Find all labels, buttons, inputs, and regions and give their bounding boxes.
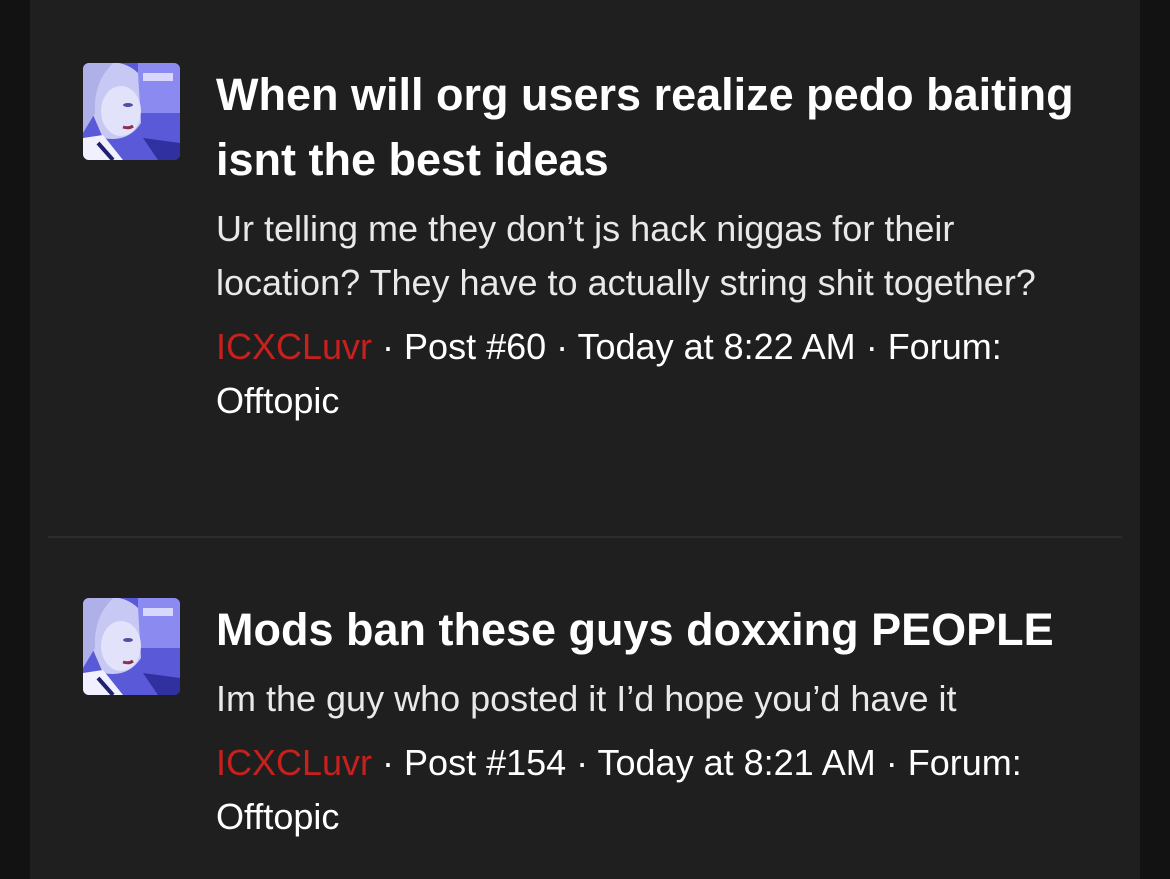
author-link[interactable]: ICXCLuvr xyxy=(216,742,372,783)
post-meta: ICXCLuvr · Post #154 · Today at 8:21 AM … xyxy=(216,736,1096,844)
result-content: Mods ban these guys doxxing PEOPLE Im th… xyxy=(216,597,1096,844)
post-snippet: Im the guy who posted it I’d hope you’d … xyxy=(216,678,957,719)
post-meta: ICXCLuvr · Post #60 · Today at 8:22 AM ·… xyxy=(216,320,1096,428)
avatar-photo-icon xyxy=(83,598,180,695)
thread-title[interactable]: Mods ban these guys doxxing PEOPLE xyxy=(216,597,1096,662)
forum-link[interactable]: Offtopic xyxy=(216,380,339,421)
post-timestamp: Today at 8:21 AM xyxy=(597,742,876,783)
meta-separator: · xyxy=(372,742,405,783)
user-avatar[interactable] xyxy=(83,63,180,160)
forum-link[interactable]: Offtopic xyxy=(216,796,339,837)
meta-separator: · xyxy=(372,326,405,367)
meta-separator: · xyxy=(875,742,908,783)
forum-label: Forum: xyxy=(887,326,1002,367)
meta-separator: · xyxy=(546,326,578,367)
thread-title[interactable]: When will org users realize pedo baiting… xyxy=(216,62,1096,192)
user-avatar[interactable] xyxy=(83,598,180,695)
author-link[interactable]: ICXCLuvr xyxy=(216,326,372,367)
post-number: Post #154 xyxy=(404,742,567,783)
meta-separator: · xyxy=(566,742,598,783)
result-divider xyxy=(48,536,1122,538)
forum-label: Forum: xyxy=(907,742,1022,783)
meta-separator: · xyxy=(855,326,888,367)
result-content: When will org users realize pedo baiting… xyxy=(216,62,1096,428)
post-snippet: Ur telling me they don’t js hack niggas … xyxy=(216,208,1036,303)
search-results-panel: When will org users realize pedo baiting… xyxy=(30,0,1140,879)
avatar-photo-icon xyxy=(83,63,180,160)
post-timestamp: Today at 8:22 AM xyxy=(577,326,856,367)
post-number: Post #60 xyxy=(404,326,547,367)
